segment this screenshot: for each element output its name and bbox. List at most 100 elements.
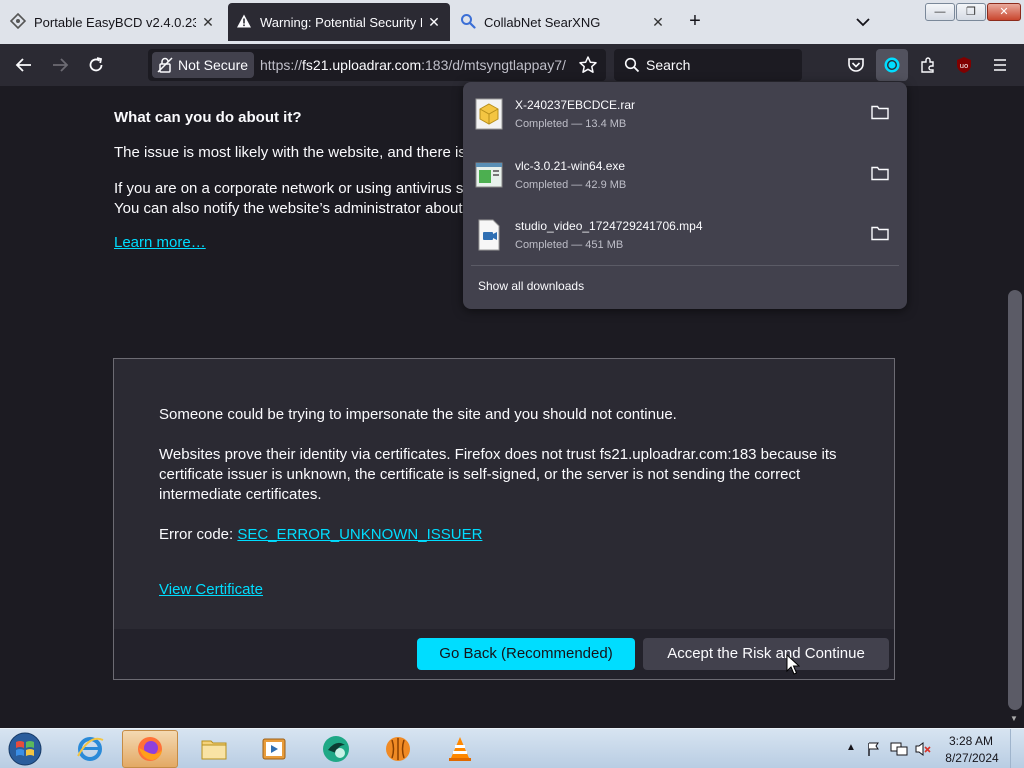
download-item[interactable]: X-240237EBCDCE.rar Completed — 13.4 MB: [463, 82, 907, 140]
downloads-panel: X-240237EBCDCE.rar Completed — 13.4 MB v…: [463, 82, 907, 309]
learn-more-link[interactable]: Learn more…: [114, 234, 206, 251]
minimize-window-button[interactable]: —: [925, 3, 955, 21]
scroll-down-arrow-icon[interactable]: ▼: [1010, 714, 1020, 724]
volume-muted-icon[interactable]: [914, 741, 932, 757]
not-secure-label: Not Secure: [178, 57, 249, 73]
reload-icon: [89, 57, 103, 72]
network-icon[interactable]: [890, 741, 908, 757]
corporate-line-2: You can also notify the website’s admini…: [114, 200, 463, 217]
search-placeholder: Search: [646, 57, 691, 73]
close-window-button[interactable]: ✕: [987, 3, 1021, 21]
show-hidden-icons-icon[interactable]: ▲: [846, 742, 856, 753]
list-all-tabs-button[interactable]: [852, 12, 874, 32]
windows-logo-icon: [8, 732, 42, 766]
pocket-button[interactable]: [844, 53, 868, 77]
open-folder-icon[interactable]: [871, 104, 889, 120]
taskbar-file-explorer[interactable]: [186, 730, 242, 768]
advanced-panel: Someone could be trying to impersonate t…: [113, 358, 895, 680]
search-input[interactable]: Search: [614, 49, 802, 81]
app-icon: [323, 736, 349, 762]
taskbar-internet-explorer[interactable]: [62, 730, 118, 768]
pocket-icon: [848, 58, 864, 72]
impersonation-warning: Someone could be trying to impersonate t…: [159, 406, 677, 423]
downloads-button[interactable]: [876, 49, 908, 81]
open-folder-icon[interactable]: [871, 165, 889, 181]
url-prefix: https://: [260, 57, 303, 73]
taskbar-media-player[interactable]: [246, 730, 302, 768]
tab-title: Portable EasyBCD v2.4.0.237 Co: [34, 14, 196, 30]
download-file-name: vlc-3.0.21-win64.exe: [515, 159, 626, 173]
easybcd-icon: [9, 12, 27, 32]
url-path: :183/d/mtsyngtlappay7/: [421, 57, 566, 73]
error-code-line: Error code: SEC_ERROR_UNKNOWN_ISSUER: [159, 525, 482, 545]
search-icon: [460, 13, 476, 32]
archive-icon: [475, 98, 503, 130]
section-heading: What can you do about it?: [114, 109, 302, 126]
back-button[interactable]: [12, 53, 36, 77]
forward-button[interactable]: [48, 53, 72, 77]
maximize-window-button[interactable]: ❐: [956, 3, 986, 21]
url-text[interactable]: https://fs21.uploadrar.com:183/d/mtsyngt…: [260, 49, 572, 81]
internet-explorer-icon: [77, 737, 104, 761]
extensions-button[interactable]: [916, 53, 940, 77]
tab-strip: Portable EasyBCD v2.4.0.237 Co ✕ Warning…: [0, 0, 1024, 44]
taskbar-app[interactable]: [308, 730, 364, 768]
download-file-name: X-240237EBCDCE.rar: [515, 98, 636, 112]
hamburger-menu-icon: [994, 59, 1006, 71]
tab-easybcd[interactable]: Portable EasyBCD v2.4.0.237 Co ✕: [2, 3, 224, 41]
divider: [471, 265, 899, 266]
reload-button[interactable]: [84, 53, 108, 77]
taskbar-vlc[interactable]: [432, 730, 488, 768]
taskbar-app-2[interactable]: [370, 730, 426, 768]
mouse-cursor-icon: [786, 653, 801, 681]
navigation-toolbar: Not Secure https://fs21.uploadrar.com:18…: [0, 44, 1024, 86]
arrow-left-icon: [15, 58, 31, 72]
show-all-downloads-button[interactable]: Show all downloads: [478, 279, 584, 293]
action-center-flag-icon[interactable]: [866, 741, 882, 757]
certificate-explanation: Websites prove their identity via certif…: [159, 446, 837, 503]
ublock-origin-button[interactable]: uo: [952, 53, 976, 77]
vlc-icon: [449, 737, 471, 761]
tab-searxng[interactable]: CollabNet SearXNG ✕: [452, 3, 674, 41]
media-player-icon: [262, 738, 286, 760]
issue-description: The issue is most likely with the websit…: [114, 144, 466, 161]
go-back-button[interactable]: Go Back (Recommended): [417, 638, 635, 670]
download-item[interactable]: vlc-3.0.21-win64.exe Completed — 42.9 MB: [463, 143, 907, 201]
new-tab-button[interactable]: +: [684, 10, 706, 32]
download-item[interactable]: studio_video_1724729241706.mp4 Completed…: [463, 203, 907, 261]
bookmark-button[interactable]: [578, 55, 598, 80]
close-tab-icon[interactable]: ✕: [200, 14, 216, 30]
close-tab-icon[interactable]: ✕: [650, 14, 666, 30]
star-icon: [579, 56, 597, 73]
error-code-link[interactable]: SEC_ERROR_UNKNOWN_ISSUER: [237, 526, 482, 543]
tab-title: CollabNet SearXNG: [484, 14, 601, 30]
video-file-icon: [475, 219, 503, 251]
clock-date[interactable]: 8/27/2024: [942, 751, 1002, 765]
arrow-right-icon: [53, 58, 69, 72]
start-button[interactable]: [6, 731, 46, 767]
clock-time[interactable]: 3:28 AM: [948, 734, 994, 748]
tab-security-warning[interactable]: Warning: Potential Security Risk ✕: [228, 3, 450, 41]
file-explorer-icon: [201, 740, 227, 760]
corporate-line-1: If you are on a corporate network or usi…: [114, 180, 464, 197]
site-security-button[interactable]: Not Secure: [152, 52, 255, 78]
url-host: fs21.uploadrar.com: [302, 57, 422, 73]
accept-risk-button[interactable]: Accept the Risk and Continue: [643, 638, 889, 670]
view-certificate-link[interactable]: View Certificate: [159, 580, 263, 600]
chevron-down-icon: [856, 18, 870, 27]
taskbar-firefox[interactable]: [122, 730, 178, 768]
insecure-lock-icon: [157, 57, 173, 73]
application-menu-button[interactable]: [988, 53, 1012, 77]
corporate-network-description: If you are on a corporate network or usi…: [114, 179, 463, 219]
url-bar[interactable]: Not Secure https://fs21.uploadrar.com:18…: [148, 49, 606, 81]
search-icon: [624, 57, 640, 73]
error-code-label: Error code:: [159, 526, 238, 543]
exe-icon: [475, 159, 503, 191]
show-desktop-button[interactable]: [1010, 729, 1024, 768]
scrollbar-thumb[interactable]: [1008, 290, 1022, 710]
download-status: Completed — 42.9 MB: [515, 179, 627, 191]
svg-text:uo: uo: [960, 62, 969, 70]
open-folder-icon[interactable]: [871, 225, 889, 241]
ublock-icon: uo: [957, 57, 971, 73]
close-tab-icon[interactable]: ✕: [426, 14, 442, 30]
